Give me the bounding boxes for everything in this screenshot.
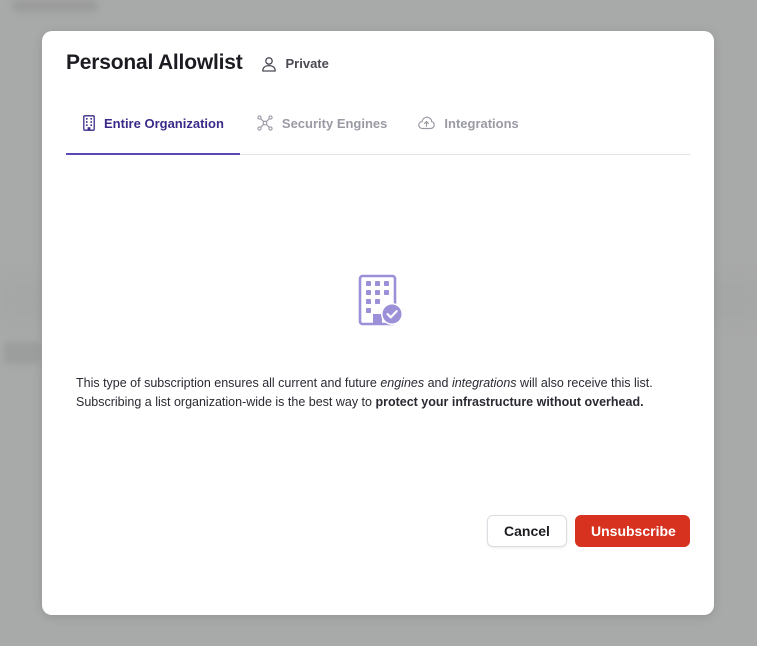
tab-integrations[interactable]: Integrations: [387, 101, 519, 154]
modal-actions: Cancel Unsubscribe: [487, 515, 690, 547]
user-icon: [261, 56, 277, 72]
tab-bar: Entire Organization Security Engines Int…: [66, 101, 690, 155]
tab-label: Entire Organization: [104, 115, 224, 131]
background-blur-block: [12, 0, 98, 12]
description-line-2: Subscribing a list organization-wide is …: [76, 395, 644, 409]
subscription-modal: Personal Allowlist Private Entire Organi…: [42, 31, 714, 615]
description-line-1: This type of subscription ensures all cu…: [76, 376, 653, 390]
description-emphasis: protect your infrastructure without over…: [375, 395, 644, 409]
cloud-upload-icon: [418, 116, 436, 130]
integrations-emphasis: integrations: [451, 376, 517, 390]
tab-entire-organization[interactable]: Entire Organization: [66, 101, 240, 155]
tab-label: Security Engines: [281, 115, 388, 131]
modal-title: Personal Allowlist: [66, 51, 243, 74]
subscription-description: This type of subscription ensures all cu…: [76, 374, 696, 412]
engines-emphasis: engines: [380, 376, 425, 390]
tab-security-engines[interactable]: Security Engines: [240, 101, 387, 154]
building-check-icon: [358, 274, 404, 331]
visibility-label: Private: [285, 56, 329, 71]
background-blur-block: [4, 342, 40, 364]
cancel-button[interactable]: Cancel: [487, 515, 567, 547]
network-nodes-icon: [257, 115, 273, 131]
visibility-indicator: Private: [261, 56, 329, 72]
building-icon: [83, 115, 95, 131]
modal-header: Personal Allowlist Private: [66, 49, 329, 77]
tab-label: Integrations: [444, 115, 519, 131]
unsubscribe-button[interactable]: Unsubscribe: [575, 515, 690, 547]
